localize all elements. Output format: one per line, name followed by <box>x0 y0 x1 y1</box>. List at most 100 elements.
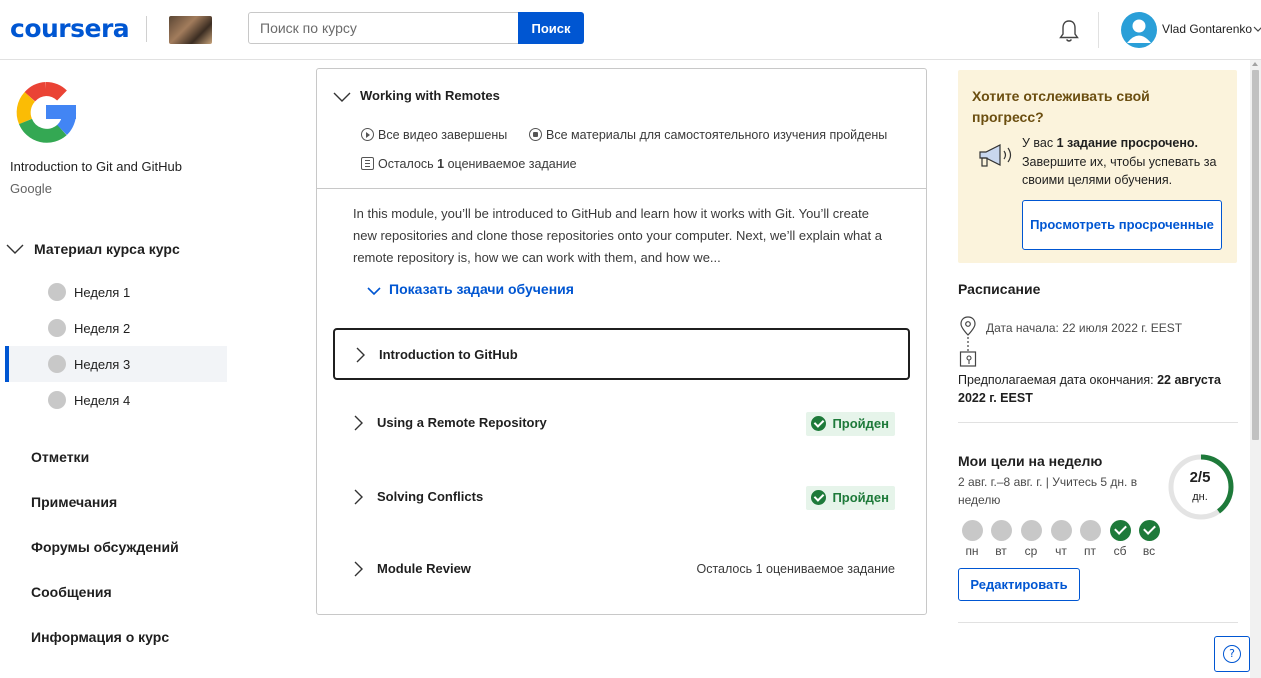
chevron-down-icon <box>6 244 24 254</box>
meta-readings-text: Все материалы для самостоятельного изуче… <box>546 128 888 142</box>
chevron-down-icon[interactable] <box>333 91 351 103</box>
sidebar-item-notes[interactable]: Примечания <box>31 494 117 510</box>
week-label: Неделя 3 <box>74 357 131 372</box>
goal-day-sun: вс <box>1137 520 1161 558</box>
chevron-right-icon <box>356 347 365 363</box>
module-card: Working with Remotes Все видео завершены… <box>316 68 927 615</box>
schedule-start-date: Дата начала: 22 июля 2022 г. EEST <box>986 321 1183 335</box>
lesson-item[interactable]: Solving Conflicts Пройден <box>333 472 910 524</box>
end-date-label: Предполагаемая дата окончания: <box>958 373 1154 387</box>
reading-icon <box>529 128 542 141</box>
schedule-end-date: Предполагаемая дата окончания: 22 август… <box>958 371 1226 407</box>
day-status-circle <box>1138 520 1160 541</box>
weekly-goals-subtitle: 2 авг. г.–8 авг. г. | Учитесь 5 дн. в не… <box>958 475 1138 507</box>
goal-day-wed: ср <box>1019 520 1043 558</box>
goal-day-tue: вт <box>989 520 1013 558</box>
header-divider <box>1098 12 1099 48</box>
lesson-title: Using a Remote Repository <box>377 415 547 430</box>
status-badge: Пройден <box>806 412 895 436</box>
course-material-label: Материал курса курс <box>34 241 180 257</box>
sidebar-item-messages[interactable]: Сообщения <box>31 584 112 600</box>
day-label: вт <box>995 544 1007 558</box>
status-badge-text: Пройден <box>832 416 889 431</box>
check-circle-icon <box>811 490 827 505</box>
day-label: чт <box>1055 544 1067 558</box>
goal-progress-value: 2/5 <box>1189 469 1211 486</box>
lesson-item[interactable]: Using a Remote Repository Пройден <box>333 398 910 450</box>
chevron-down-icon[interactable] <box>1253 24 1261 34</box>
week-label: Неделя 4 <box>74 393 131 408</box>
scroll-thumb[interactable] <box>1252 70 1259 440</box>
meta-remaining-num: 1 <box>437 157 445 171</box>
show-learning-objectives-link[interactable]: Показать задачи обучения <box>389 281 574 297</box>
header-divider <box>146 16 147 42</box>
day-status-circle <box>1050 520 1072 541</box>
assignment-icon <box>361 157 374 170</box>
day-label: пн <box>965 544 979 558</box>
overdue-banner: Хотите отслеживать свой прогресс? У вас … <box>958 70 1237 263</box>
lesson-title: Solving Conflicts <box>377 489 484 504</box>
sidebar-item-week-2[interactable]: Неделя 2 <box>5 310 227 346</box>
module-description: In this module, you’ll be introduced to … <box>353 206 882 265</box>
module-meta-videos: Все видео завершены <box>361 128 507 142</box>
meta-remaining-pre: Осталось <box>378 157 434 171</box>
lesson-title: Introduction to GitHub <box>379 347 518 362</box>
lesson-title: Module Review <box>377 561 471 576</box>
top-header: coursera Поиск Vlad Gontarenko <box>0 0 1261 60</box>
schedule-title: Расписание <box>958 281 1041 297</box>
overdue-text-post: Завершите их, чтобы успевать за своими ц… <box>1022 154 1217 188</box>
avatar[interactable] <box>1121 12 1157 48</box>
status-badge-text: Пройден <box>832 490 889 505</box>
goal-progress-ring <box>1168 454 1234 520</box>
module-title[interactable]: Working with Remotes <box>360 88 500 103</box>
course-thumbnail[interactable] <box>169 16 212 44</box>
sidebar-item-week-1[interactable]: Неделя 1 <box>5 274 227 310</box>
day-label: вс <box>1142 544 1156 558</box>
goal-progress-unit: дн. <box>1192 491 1208 503</box>
overdue-title: Хотите отслеживать свой прогресс? <box>972 88 1150 125</box>
scroll-up-arrow-icon[interactable] <box>1252 62 1258 66</box>
course-material-toggle[interactable]: Материал курса курс <box>4 238 224 262</box>
chevron-right-icon <box>354 561 363 577</box>
sidebar-item-week-3[interactable]: Неделя 3 <box>5 346 227 382</box>
sidebar-item-week-4[interactable]: Неделя 4 <box>5 382 227 418</box>
week-status-dot <box>48 355 66 373</box>
day-label: сб <box>1113 544 1127 558</box>
divider <box>317 188 926 189</box>
chevron-down-icon[interactable] <box>367 286 381 296</box>
page-scrollbar[interactable] <box>1250 60 1261 678</box>
meta-videos-text: Все видео завершены <box>378 128 508 142</box>
overdue-text-pre: У вас <box>1022 136 1054 150</box>
status-badge: Пройден <box>806 486 895 510</box>
module-meta-remaining: Осталось 1 оцениваемое задание <box>361 157 577 171</box>
search-button[interactable]: Поиск <box>518 12 584 44</box>
day-status-circle <box>990 520 1012 541</box>
goal-day-fri: пт <box>1078 520 1102 558</box>
sidebar-item-forums[interactable]: Форумы обсуждений <box>31 539 179 555</box>
edit-goals-button[interactable]: Редактировать <box>958 568 1080 601</box>
week-status-dot <box>48 391 66 409</box>
chevron-right-icon <box>354 489 363 505</box>
sidebar-item-grades[interactable]: Отметки <box>31 449 89 465</box>
day-label: пт <box>1084 544 1096 558</box>
lesson-remaining-note: Осталось 1 оцениваемое задание <box>696 562 895 576</box>
user-name[interactable]: Vlad Gontarenko <box>1162 22 1252 36</box>
goal-day-sat: сб <box>1108 520 1132 558</box>
meta-remaining-post: оцениваемое задание <box>447 157 577 171</box>
search-input[interactable] <box>248 12 519 44</box>
google-logo <box>16 82 76 143</box>
sidebar-item-course-info[interactable]: Информация о курс <box>31 629 169 645</box>
lesson-item[interactable]: Introduction to GitHub <box>333 328 910 380</box>
bell-icon[interactable] <box>1057 18 1081 44</box>
view-overdue-button[interactable]: Просмотреть просроченные <box>1022 200 1222 250</box>
help-button[interactable]: ? <box>1214 636 1250 672</box>
divider <box>958 422 1238 423</box>
help-icon: ? <box>1223 645 1241 663</box>
lesson-item[interactable]: Module Review Осталось 1 оцениваемое зад… <box>333 544 910 596</box>
coursera-logo[interactable]: coursera <box>10 14 130 43</box>
day-label: ср <box>1024 544 1038 558</box>
week-label: Неделя 1 <box>74 285 131 300</box>
goal-day-thu: чт <box>1049 520 1073 558</box>
video-icon <box>361 128 374 141</box>
course-title[interactable]: Introduction to Git and GitHub <box>10 159 182 174</box>
